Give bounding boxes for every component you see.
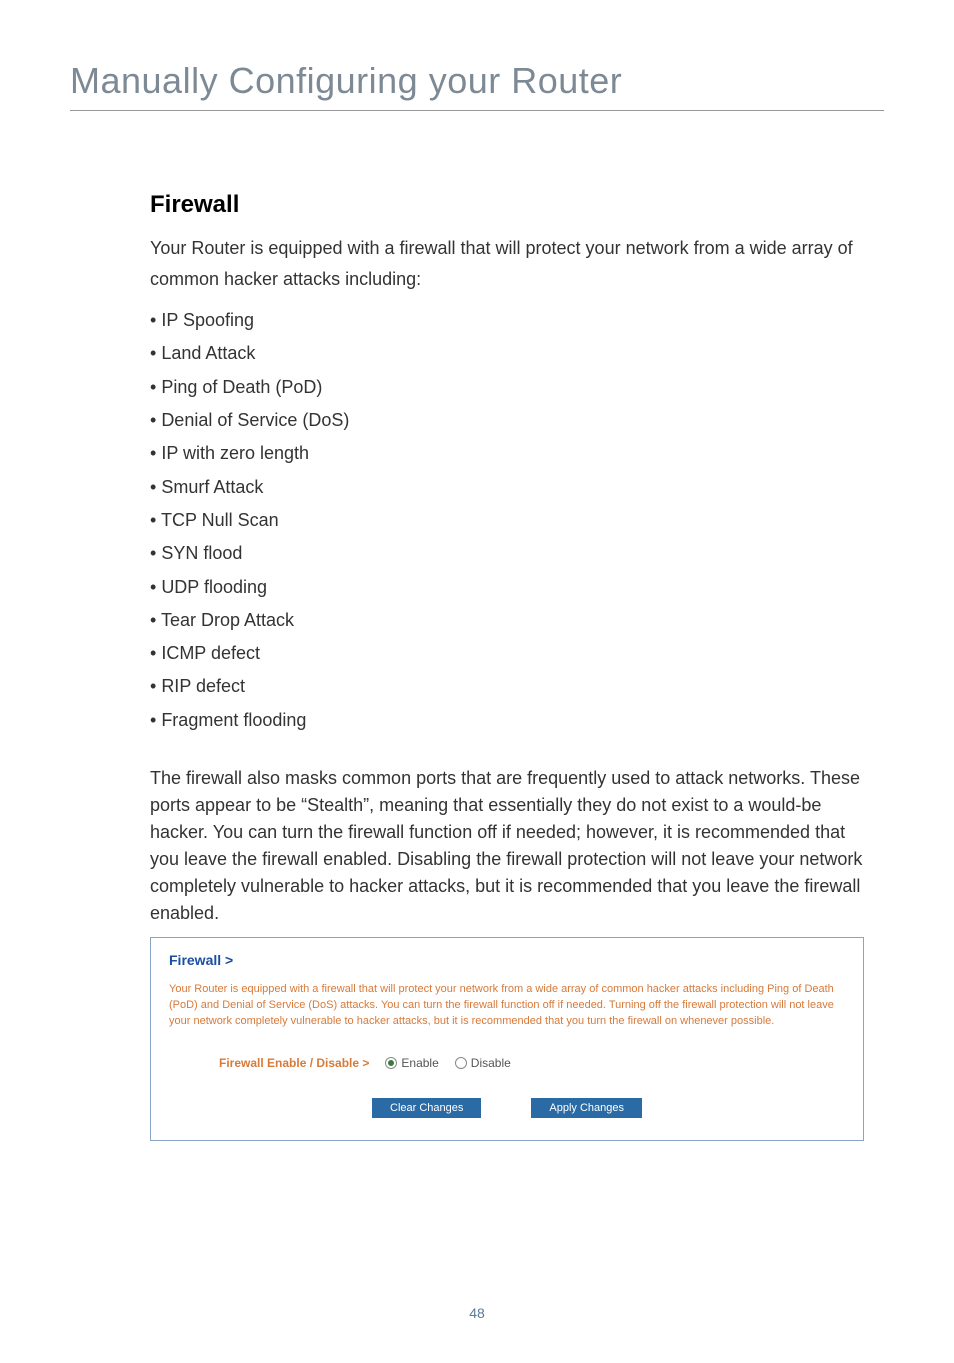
list-item: IP with zero length [150, 437, 864, 470]
content-area: Firewall Your Router is equipped with a … [70, 191, 884, 1141]
attack-list: IP Spoofing Land Attack Ping of Death (P… [150, 304, 864, 737]
list-item: UDP flooding [150, 571, 864, 604]
intro-paragraph: Your Router is equipped with a firewall … [150, 233, 864, 294]
list-item: Land Attack [150, 337, 864, 370]
button-row: Clear Changes Apply Changes [169, 1098, 845, 1118]
enable-radio-label: Enable [401, 1056, 438, 1070]
firewall-panel: Firewall > Your Router is equipped with … [150, 937, 864, 1141]
list-item: SYN flood [150, 537, 864, 570]
list-item: ICMP defect [150, 637, 864, 670]
enable-radio[interactable]: Enable [385, 1056, 438, 1070]
page-title: Manually Configuring your Router [70, 60, 884, 111]
radio-icon [455, 1057, 467, 1069]
apply-changes-button[interactable]: Apply Changes [531, 1098, 642, 1118]
disable-radio-label: Disable [471, 1056, 511, 1070]
page-number: 48 [0, 1305, 954, 1321]
list-item: IP Spoofing [150, 304, 864, 337]
list-item: Smurf Attack [150, 471, 864, 504]
clear-changes-button[interactable]: Clear Changes [372, 1098, 481, 1118]
list-item: Tear Drop Attack [150, 604, 864, 637]
panel-title[interactable]: Firewall > [169, 952, 845, 968]
list-item: Fragment flooding [150, 704, 864, 737]
firewall-toggle-label: Firewall Enable / Disable > [219, 1056, 369, 1070]
list-item: TCP Null Scan [150, 504, 864, 537]
list-item: RIP defect [150, 670, 864, 703]
radio-icon [385, 1057, 397, 1069]
disable-radio[interactable]: Disable [455, 1056, 511, 1070]
body-paragraph: The firewall also masks common ports tha… [150, 765, 864, 927]
list-item: Denial of Service (DoS) [150, 404, 864, 437]
section-heading-firewall: Firewall [150, 191, 864, 219]
panel-description: Your Router is equipped with a firewall … [169, 982, 845, 1030]
firewall-toggle-row: Firewall Enable / Disable > Enable Disab… [169, 1056, 845, 1070]
list-item: Ping of Death (PoD) [150, 371, 864, 404]
